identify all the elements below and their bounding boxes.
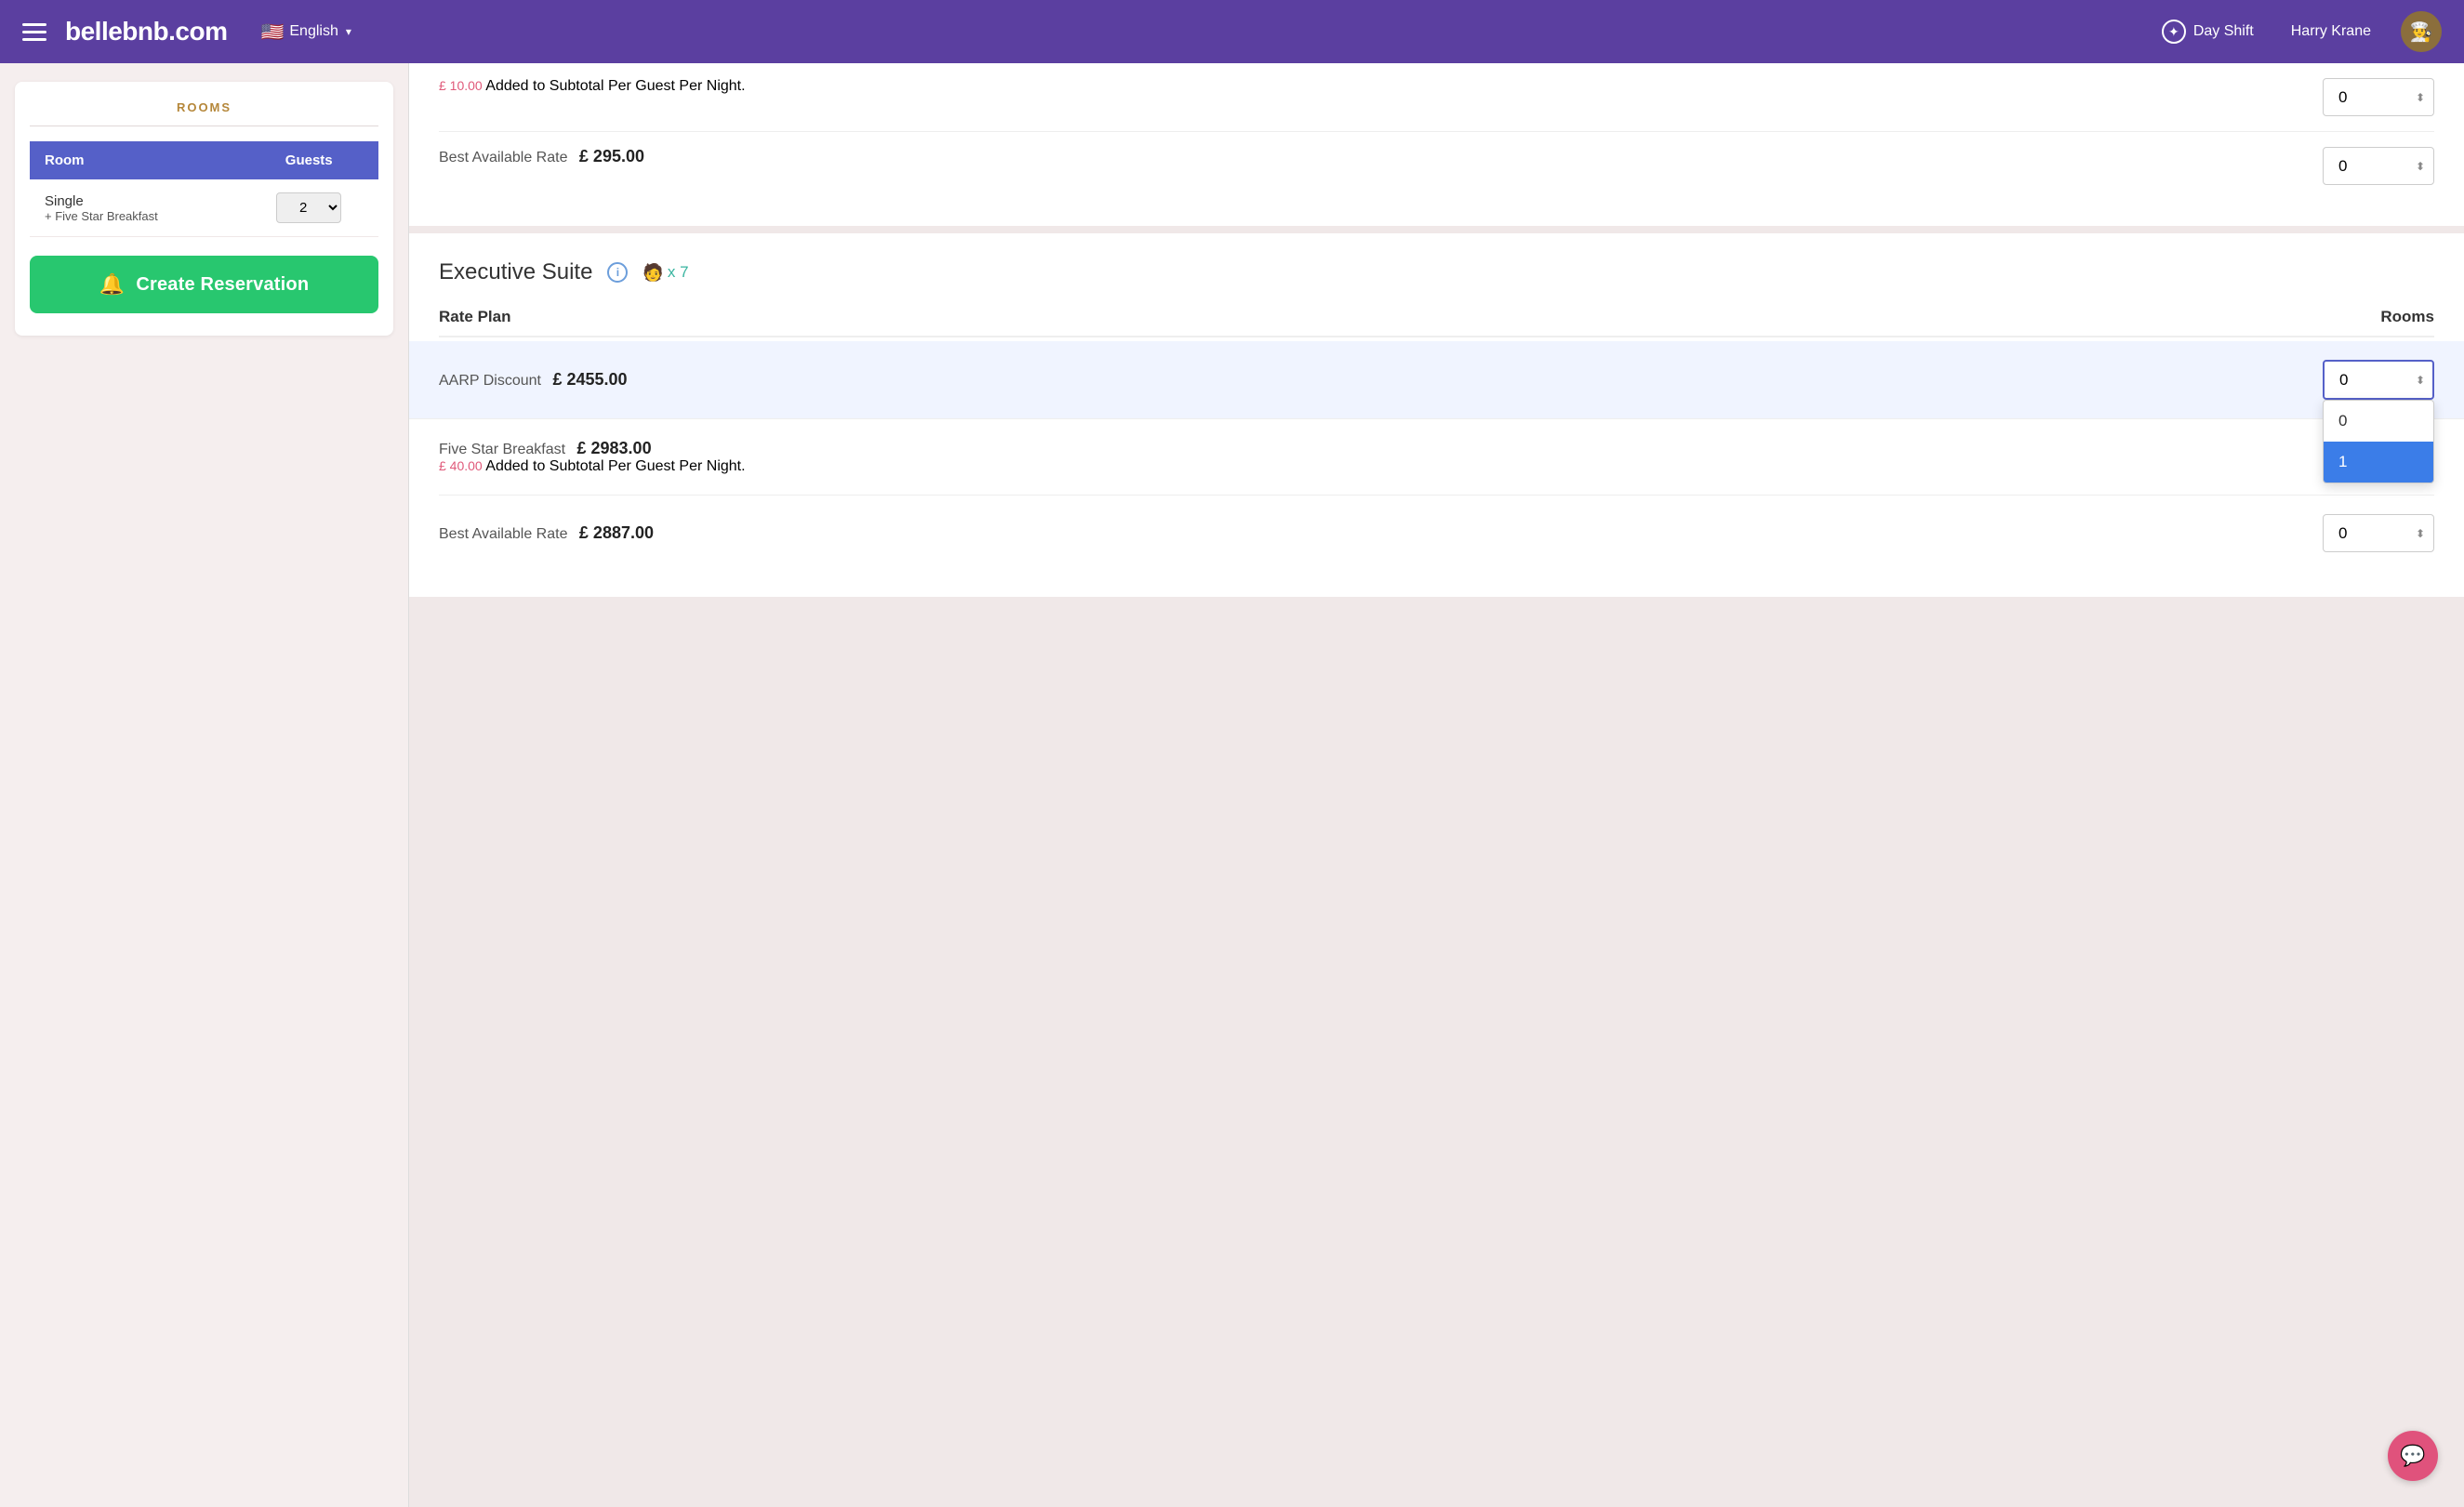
main-layout: ROOMS Room Guests Single + Five Star Bre… xyxy=(0,63,2464,1507)
five-star-rate-name: Five Star Breakfast xyxy=(439,442,565,457)
table-row: Single + Five Star Breakfast 1 2 3 4 xyxy=(30,179,378,237)
capacity-count: x 7 xyxy=(668,263,689,282)
room-type-name: Single xyxy=(45,193,224,209)
language-label: English xyxy=(289,23,338,40)
addon-rooms-select[interactable]: 0 1 xyxy=(2323,78,2434,116)
room-cell: Single + Five Star Breakfast xyxy=(30,179,239,237)
addon-description: Added to Subtotal Per Guest Per Night. xyxy=(485,78,745,94)
best-available-rate-row: Best Available Rate £ 2887.00 0 1 ⬍ xyxy=(439,496,2434,571)
create-reservation-label: Create Reservation xyxy=(136,274,309,296)
aarp-select-wrapper: 0 1 ⬍ 0 1 xyxy=(2323,360,2434,400)
chat-button[interactable]: 💬 xyxy=(2388,1431,2438,1481)
user-name: Harry Krane xyxy=(2291,23,2371,40)
suite-capacity: 🧑 x 7 xyxy=(642,263,688,283)
aarp-rate-amount: £ 2455.00 xyxy=(552,370,627,389)
avatar[interactable]: 👨‍🍳 xyxy=(2401,11,2442,52)
aarp-dropdown: 0 1 xyxy=(2323,400,2434,483)
executive-suite-section: Executive Suite i 🧑 x 7 Rate Plan Rooms … xyxy=(409,233,2464,597)
rooms-header: Rooms xyxy=(2380,308,2434,326)
flag-icon: 🇺🇸 xyxy=(260,20,284,44)
aarp-rooms-select[interactable]: 0 1 xyxy=(2323,360,2434,400)
five-star-addon: £ 40.00 Added to Subtotal Per Guest Per … xyxy=(439,458,2323,475)
aarp-rate-name: AARP Discount xyxy=(439,373,541,389)
rooms-section-title: ROOMS xyxy=(30,100,378,126)
best-available-select-wrapper-top: 0 1 ⬍ xyxy=(2323,147,2434,185)
rooms-table: Room Guests Single + Five Star Breakfast… xyxy=(30,141,378,237)
person-icon: 🧑 xyxy=(642,263,663,283)
guests-select[interactable]: 1 2 3 4 xyxy=(276,192,341,223)
addon-price-text: £ 10.00 xyxy=(439,78,483,93)
shift-label: Day Shift xyxy=(2193,23,2254,40)
create-reservation-button[interactable]: 🔔 Create Reservation xyxy=(30,256,378,313)
main-content: £ 10.00 Added to Subtotal Per Guest Per … xyxy=(409,63,2464,1507)
suite-header: Executive Suite i 🧑 x 7 xyxy=(439,259,2434,285)
shift-selector[interactable]: ✦ Day Shift xyxy=(2162,20,2254,44)
rate-label: Best Available Rate xyxy=(439,150,567,165)
best-available-rate-info: Best Available Rate £ 2887.00 xyxy=(439,523,2323,543)
best-available-select-wrapper: 0 1 ⬍ xyxy=(2323,514,2434,552)
chevron-down-icon: ▾ xyxy=(346,25,351,38)
five-star-addon-price: £ 40.00 xyxy=(439,458,483,473)
dropdown-option-0[interactable]: 0 xyxy=(2324,401,2433,442)
language-selector[interactable]: 🇺🇸 English ▾ xyxy=(260,20,351,44)
best-available-rate-amount: £ 2887.00 xyxy=(579,523,654,542)
chat-icon: 💬 xyxy=(2400,1444,2425,1468)
aarp-rate-row: AARP Discount £ 2455.00 0 1 ⬍ 0 1 xyxy=(409,341,2464,419)
room-type-sub: + Five Star Breakfast xyxy=(45,209,224,223)
brand-logo: bellebnb.com xyxy=(65,17,227,46)
addon-rate-controls: 0 1 ⬍ xyxy=(2323,78,2434,116)
best-available-row-top: Best Available Rate £ 295.00 0 1 ⬍ xyxy=(439,132,2434,200)
best-available-label-top: Best Available Rate £ 295.00 xyxy=(439,147,644,166)
room-column-header: Room xyxy=(30,141,239,179)
aarp-rate-info: AARP Discount £ 2455.00 xyxy=(439,370,2323,390)
five-star-addon-desc: Added to Subtotal Per Guest Per Night. xyxy=(485,458,745,474)
shift-icon: ✦ xyxy=(2162,20,2186,44)
five-star-rate-info: Five Star Breakfast £ 2983.00 £ 40.00 Ad… xyxy=(439,439,2323,475)
bell-icon: 🔔 xyxy=(99,272,126,297)
rate-table-header: Rate Plan Rooms xyxy=(439,308,2434,337)
best-available-controls-top: 0 1 ⬍ xyxy=(2323,147,2434,185)
five-star-rate-amount: £ 2983.00 xyxy=(577,439,652,457)
guests-cell: 1 2 3 4 xyxy=(239,179,378,237)
best-available-select-top[interactable]: 0 1 xyxy=(2323,147,2434,185)
guests-column-header: Guests xyxy=(239,141,378,179)
top-partial-section: £ 10.00 Added to Subtotal Per Guest Per … xyxy=(409,63,2464,233)
suite-title: Executive Suite xyxy=(439,259,592,285)
best-available-rooms-select[interactable]: 0 1 xyxy=(2323,514,2434,552)
avatar-icon: 👨‍🍳 xyxy=(2410,20,2433,44)
info-icon[interactable]: i xyxy=(607,262,628,283)
rate-plan-header: Rate Plan xyxy=(439,308,510,326)
best-available-rate-name: Best Available Rate xyxy=(439,526,567,542)
dropdown-option-1[interactable]: 1 xyxy=(2324,442,2433,483)
rate-price: £ 295.00 xyxy=(579,147,644,165)
header: bellebnb.com 🇺🇸 English ▾ ✦ Day Shift Ha… xyxy=(0,0,2464,63)
addon-select-wrapper: 0 1 ⬍ xyxy=(2323,78,2434,116)
five-star-rate-row: Five Star Breakfast £ 2983.00 £ 40.00 Ad… xyxy=(439,419,2434,496)
rooms-card: ROOMS Room Guests Single + Five Star Bre… xyxy=(15,82,393,336)
addon-text: £ 10.00 Added to Subtotal Per Guest Per … xyxy=(439,78,746,95)
menu-icon[interactable] xyxy=(22,23,46,41)
sidebar: ROOMS Room Guests Single + Five Star Bre… xyxy=(0,63,409,1507)
addon-row: £ 10.00 Added to Subtotal Per Guest Per … xyxy=(439,63,2434,132)
